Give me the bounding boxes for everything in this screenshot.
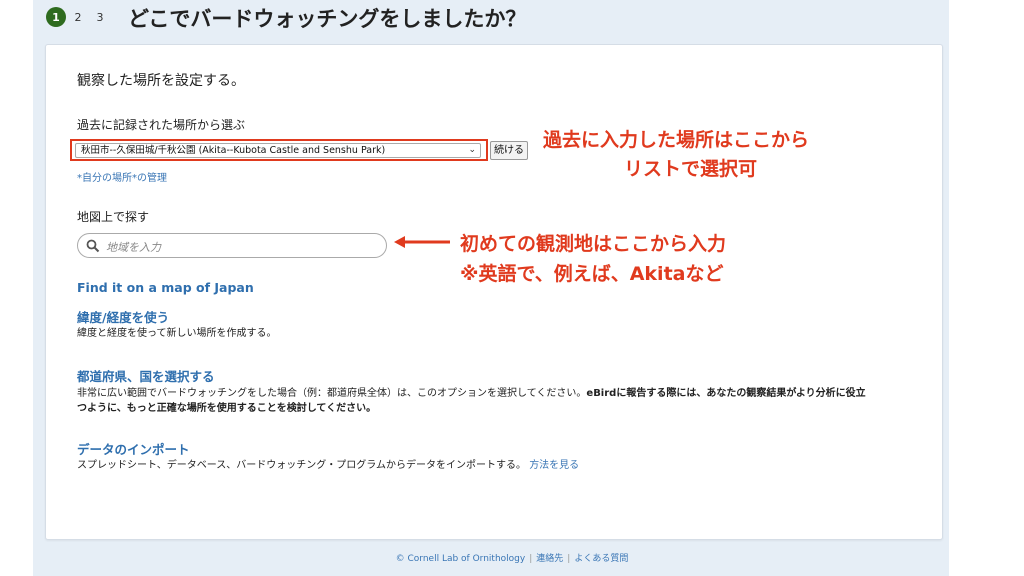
- data-import-link[interactable]: データのインポート: [77, 439, 190, 458]
- arrow-left-icon: [394, 236, 450, 248]
- prefecture-description: 非常に広い範囲でバードウォッチングをした場合（例：都道府県全体）は、このオプショ…: [77, 386, 866, 416]
- past-locations-label: 過去に記録された場所から選ぶ: [77, 118, 246, 132]
- select-prefecture-link[interactable]: 都道府県、国を選択する: [77, 366, 215, 385]
- page-heading: どこでバードウォッチングをしましたか？: [128, 7, 527, 31]
- card-title: 観察した場所を設定する。: [77, 73, 245, 89]
- footer-separator: |: [567, 554, 571, 564]
- map-search-label: 地図上で探す: [77, 210, 150, 224]
- search-placeholder: 地域を入力: [106, 241, 161, 254]
- past-location-select-value: 秋田市--久保田城/千秋公園 (Akita--Kubota Castle and…: [81, 145, 386, 156]
- manage-locations-link[interactable]: *自分の場所*の管理: [77, 169, 167, 184]
- step-indicator: 1 2 3: [46, 7, 112, 27]
- footer-contact-link[interactable]: 連絡先: [536, 554, 563, 564]
- latlng-link[interactable]: 緯度/経度を使う: [77, 307, 169, 326]
- prefecture-description-2: つように、もっと正確な場所を使用することを検討してください。: [77, 403, 377, 414]
- step-3[interactable]: 3: [90, 7, 110, 27]
- continue-button[interactable]: 続ける: [490, 141, 528, 160]
- search-icon: [86, 238, 100, 257]
- location-card: 観察した場所を設定する。 過去に記録された場所から選ぶ 秋田市--久保田城/千秋…: [45, 44, 943, 540]
- annotation-new-line2: ※英語で、例えば、Akitaなど: [460, 263, 724, 285]
- annotation-past-line2: リストで選択可: [624, 158, 758, 180]
- past-location-select[interactable]: 秋田市--久保田城/千秋公園 (Akita--Kubota Castle and…: [75, 143, 481, 158]
- annotation-past-line1: 過去に入力した場所はここから: [543, 129, 810, 151]
- import-description: スプレッドシート、データベース、バードウォッチング・プログラムからデータをインポ…: [77, 458, 579, 473]
- prefecture-description-1b: eBirdに報告する際には、あなたの観察結果がより分析に役立: [586, 388, 866, 399]
- import-description-text: スプレッドシート、データベース、バードウォッチング・プログラムからデータをインポ…: [77, 460, 526, 471]
- import-howto-link[interactable]: 方法を見る: [529, 460, 579, 471]
- find-on-map-link[interactable]: Find it on a map of Japan: [77, 280, 254, 295]
- latlng-description: 緯度と経度を使って新しい場所を作成する。: [77, 328, 277, 339]
- highlight-box: 秋田市--久保田城/千秋公園 (Akita--Kubota Castle and…: [70, 139, 488, 161]
- footer: © Cornell Lab of Ornithology | 連絡先 | よくある質問: [0, 551, 1024, 564]
- chevron-down-icon: ⌄: [468, 145, 476, 155]
- footer-copyright-link[interactable]: © Cornell Lab of Ornithology: [396, 554, 526, 564]
- footer-faq-link[interactable]: よくある質問: [574, 554, 628, 564]
- prefecture-description-1a: 非常に広い範囲でバードウォッチングをした場合（例：都道府県全体）は、このオプショ…: [77, 388, 587, 399]
- location-search-field[interactable]: 地域を入力: [77, 233, 387, 258]
- footer-separator: |: [529, 554, 533, 564]
- step-1[interactable]: 1: [46, 7, 66, 27]
- step-2[interactable]: 2: [68, 7, 88, 27]
- annotation-new-line1: 初めての観測地はここから入力: [460, 233, 727, 255]
